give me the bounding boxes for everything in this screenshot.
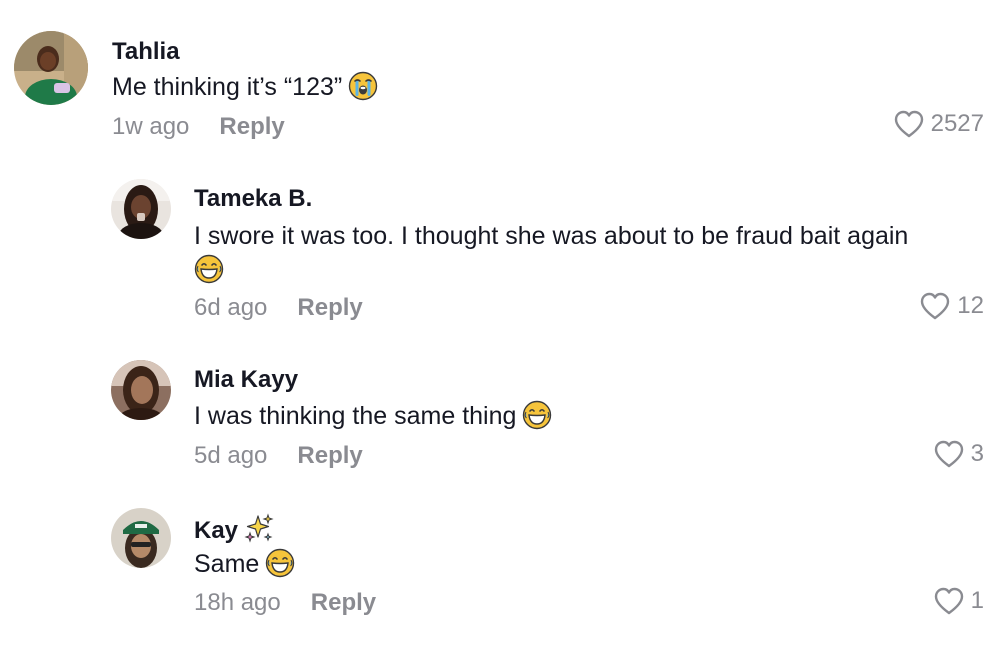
comment-timestamp: 6d ago	[194, 294, 268, 321]
comment-author[interactable]: Kay	[194, 517, 238, 544]
comment-author[interactable]: Mia Kayy	[194, 366, 298, 394]
like-count: 12	[957, 292, 984, 319]
loudly-crying-face-icon	[348, 71, 378, 101]
reply-button[interactable]: Reply	[219, 113, 284, 141]
heart-icon	[933, 439, 965, 469]
comment-author[interactable]: Tameka B.	[194, 185, 312, 213]
avatar-image	[111, 179, 171, 239]
like-button[interactable]: 12	[919, 291, 984, 321]
like-button[interactable]: 3	[933, 439, 984, 469]
avatar[interactable]	[111, 179, 171, 239]
heart-icon	[893, 109, 925, 139]
like-count: 3	[970, 440, 984, 467]
avatar-image	[111, 508, 171, 568]
sparkles-icon	[244, 513, 274, 543]
face-with-tears-of-joy-icon	[265, 548, 295, 578]
face-with-tears-of-joy-icon	[522, 400, 552, 430]
avatar-image	[111, 360, 171, 420]
like-count: 1	[970, 587, 984, 614]
avatar-image	[14, 31, 88, 105]
avatar[interactable]	[14, 31, 88, 105]
comment-text: Same	[194, 548, 295, 580]
comment-author-row: Kay	[194, 513, 274, 545]
like-button[interactable]: 1	[933, 586, 984, 616]
comment-text-content: I swore it was too. I thought she was ab…	[194, 222, 909, 250]
avatar[interactable]	[111, 360, 171, 420]
comment-timestamp: 18h ago	[194, 589, 281, 616]
reply-button[interactable]: Reply	[297, 442, 362, 470]
comment-text-content: I was thinking the same thing	[194, 402, 517, 430]
comment-text: I swore it was too. I thought she was ab…	[194, 219, 986, 287]
comment-timestamp: 5d ago	[194, 442, 268, 469]
comment-meta: 1w ago Reply	[112, 113, 285, 141]
comment-meta: 6d ago Reply	[194, 294, 363, 322]
avatar[interactable]	[111, 508, 171, 568]
comment-meta: 18h ago Reply	[194, 589, 376, 617]
reply-button[interactable]: Reply	[311, 589, 376, 617]
heart-icon	[933, 586, 965, 616]
like-count: 2527	[930, 110, 984, 137]
heart-icon	[919, 291, 951, 321]
comment-meta: 5d ago Reply	[194, 442, 363, 470]
comment-text-content: Same	[194, 550, 260, 578]
comment-timestamp: 1w ago	[112, 113, 190, 140]
comment-author[interactable]: Tahlia	[112, 38, 180, 66]
reply-button[interactable]: Reply	[297, 294, 362, 322]
comment-text: I was thinking the same thing	[194, 400, 552, 432]
comment-text: Me thinking it’s “123”	[112, 71, 378, 103]
face-with-tears-of-joy-icon	[194, 254, 224, 284]
like-button[interactable]: 2527	[893, 109, 984, 139]
comment-text-content: Me thinking it’s “123”	[112, 73, 343, 101]
